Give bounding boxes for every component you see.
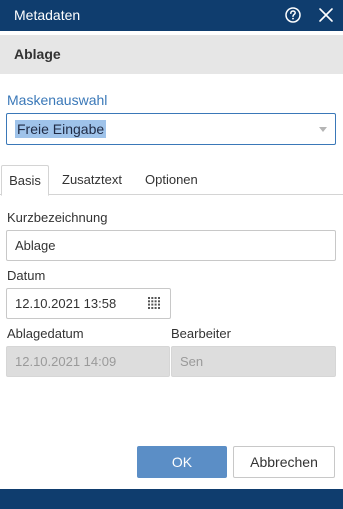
datum-value: 12.10.2021 13:58	[15, 296, 117, 311]
section-header: Ablage	[0, 35, 343, 74]
ablagedatum-value: 12.10.2021 14:09	[15, 354, 117, 369]
ablagedatum-label: Ablagedatum	[7, 326, 84, 341]
calendar-icon[interactable]	[148, 297, 160, 309]
footer-bar	[0, 489, 343, 509]
mask-selection-value: Freie Eingabe	[15, 120, 107, 138]
kurzbezeichnung-label: Kurzbezeichnung	[7, 210, 108, 225]
ablagedatum-field: 12.10.2021 14:09	[6, 346, 170, 377]
datum-input[interactable]: 12.10.2021 13:58	[6, 288, 171, 319]
title-bar: Metadaten	[0, 0, 343, 31]
bearbeiter-label: Bearbeiter	[171, 326, 231, 341]
tab-basis[interactable]: Basis	[1, 165, 49, 196]
ok-button[interactable]: OK	[137, 446, 227, 478]
mask-selection-dropdown[interactable]: Freie Eingabe	[6, 113, 336, 145]
cancel-button[interactable]: Abbrechen	[233, 446, 335, 478]
help-circle-icon[interactable]	[284, 6, 302, 24]
kurzbezeichnung-value: Ablage	[15, 238, 56, 253]
bearbeiter-value: Sen	[180, 354, 204, 369]
chevron-down-icon	[319, 127, 327, 132]
close-icon[interactable]	[317, 6, 335, 24]
tab-zusatztext[interactable]: Zusatztext	[62, 165, 122, 195]
tab-bar: Basis Zusatztext Optionen	[0, 165, 343, 196]
window-title: Metadaten	[14, 7, 81, 23]
kurzbezeichnung-input[interactable]: Ablage	[6, 230, 336, 261]
bearbeiter-field: Sen	[171, 346, 336, 377]
section-title: Ablage	[14, 46, 61, 62]
datum-label: Datum	[7, 268, 46, 283]
mask-selection-label: Maskenauswahl	[7, 92, 108, 108]
tab-optionen[interactable]: Optionen	[145, 165, 198, 195]
